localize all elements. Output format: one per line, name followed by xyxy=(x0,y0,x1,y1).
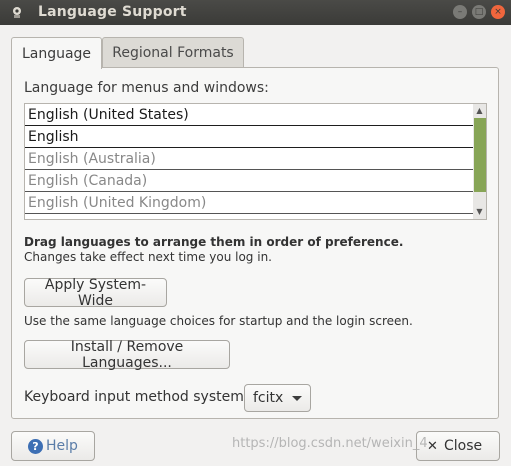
list-item[interactable]: English (United States) xyxy=(25,104,473,126)
keyboard-input-method-label: Keyboard input method system: xyxy=(24,389,249,405)
close-icon: ✕ xyxy=(427,438,438,454)
keyboard-input-method-value: fcitx xyxy=(253,390,284,406)
help-button[interactable]: ? Help xyxy=(11,431,95,461)
maximize-button[interactable]: □ xyxy=(472,5,486,19)
window-title: Language Support xyxy=(38,4,187,20)
help-icon: ? xyxy=(28,438,43,454)
scroll-down-icon[interactable]: ▼ xyxy=(473,206,486,218)
close-button-label: Close xyxy=(444,438,483,454)
drag-hint: Drag languages to arrange them in order … xyxy=(24,235,404,249)
apply-system-wide-button[interactable]: Apply System-Wide xyxy=(24,277,167,309)
scroll-up-icon[interactable]: ▲ xyxy=(473,105,486,117)
window-close-button[interactable]: × xyxy=(491,5,505,19)
same-language-note: Use the same language choices for startu… xyxy=(24,314,413,328)
menus-language-label: Language for menus and windows: xyxy=(24,80,269,96)
window-close-icon: × xyxy=(494,6,502,17)
scrollbar-thumb[interactable] xyxy=(474,118,486,192)
chevron-down-icon xyxy=(292,396,302,401)
list-item[interactable]: English (Canada) xyxy=(25,170,473,192)
tab-language[interactable]: Language xyxy=(11,37,102,69)
tab-regional-formats[interactable]: Regional Formats xyxy=(102,37,244,68)
minimize-button[interactable]: – xyxy=(453,5,467,19)
maximize-icon: □ xyxy=(474,6,484,17)
help-button-label: Help xyxy=(46,438,78,454)
changes-note: Changes take effect next time you log in… xyxy=(24,250,272,264)
watermark-text: https://blog.csdn.net/weixin_4 xyxy=(232,436,428,451)
language-list[interactable]: English (United States) English English … xyxy=(24,103,487,220)
list-item[interactable]: English xyxy=(25,126,473,148)
app-icon xyxy=(13,7,21,18)
list-item[interactable]: English (United Kingdom) xyxy=(25,192,473,214)
keyboard-input-method-select[interactable]: fcitx xyxy=(244,384,311,412)
title-bar: Language Support – □ × xyxy=(0,0,511,25)
minimize-icon: – xyxy=(457,6,463,17)
install-remove-languages-button[interactable]: Install / Remove Languages... xyxy=(24,339,230,371)
list-item[interactable]: English (Australia) xyxy=(25,148,473,170)
close-button[interactable]: ✕ Close xyxy=(416,431,500,461)
